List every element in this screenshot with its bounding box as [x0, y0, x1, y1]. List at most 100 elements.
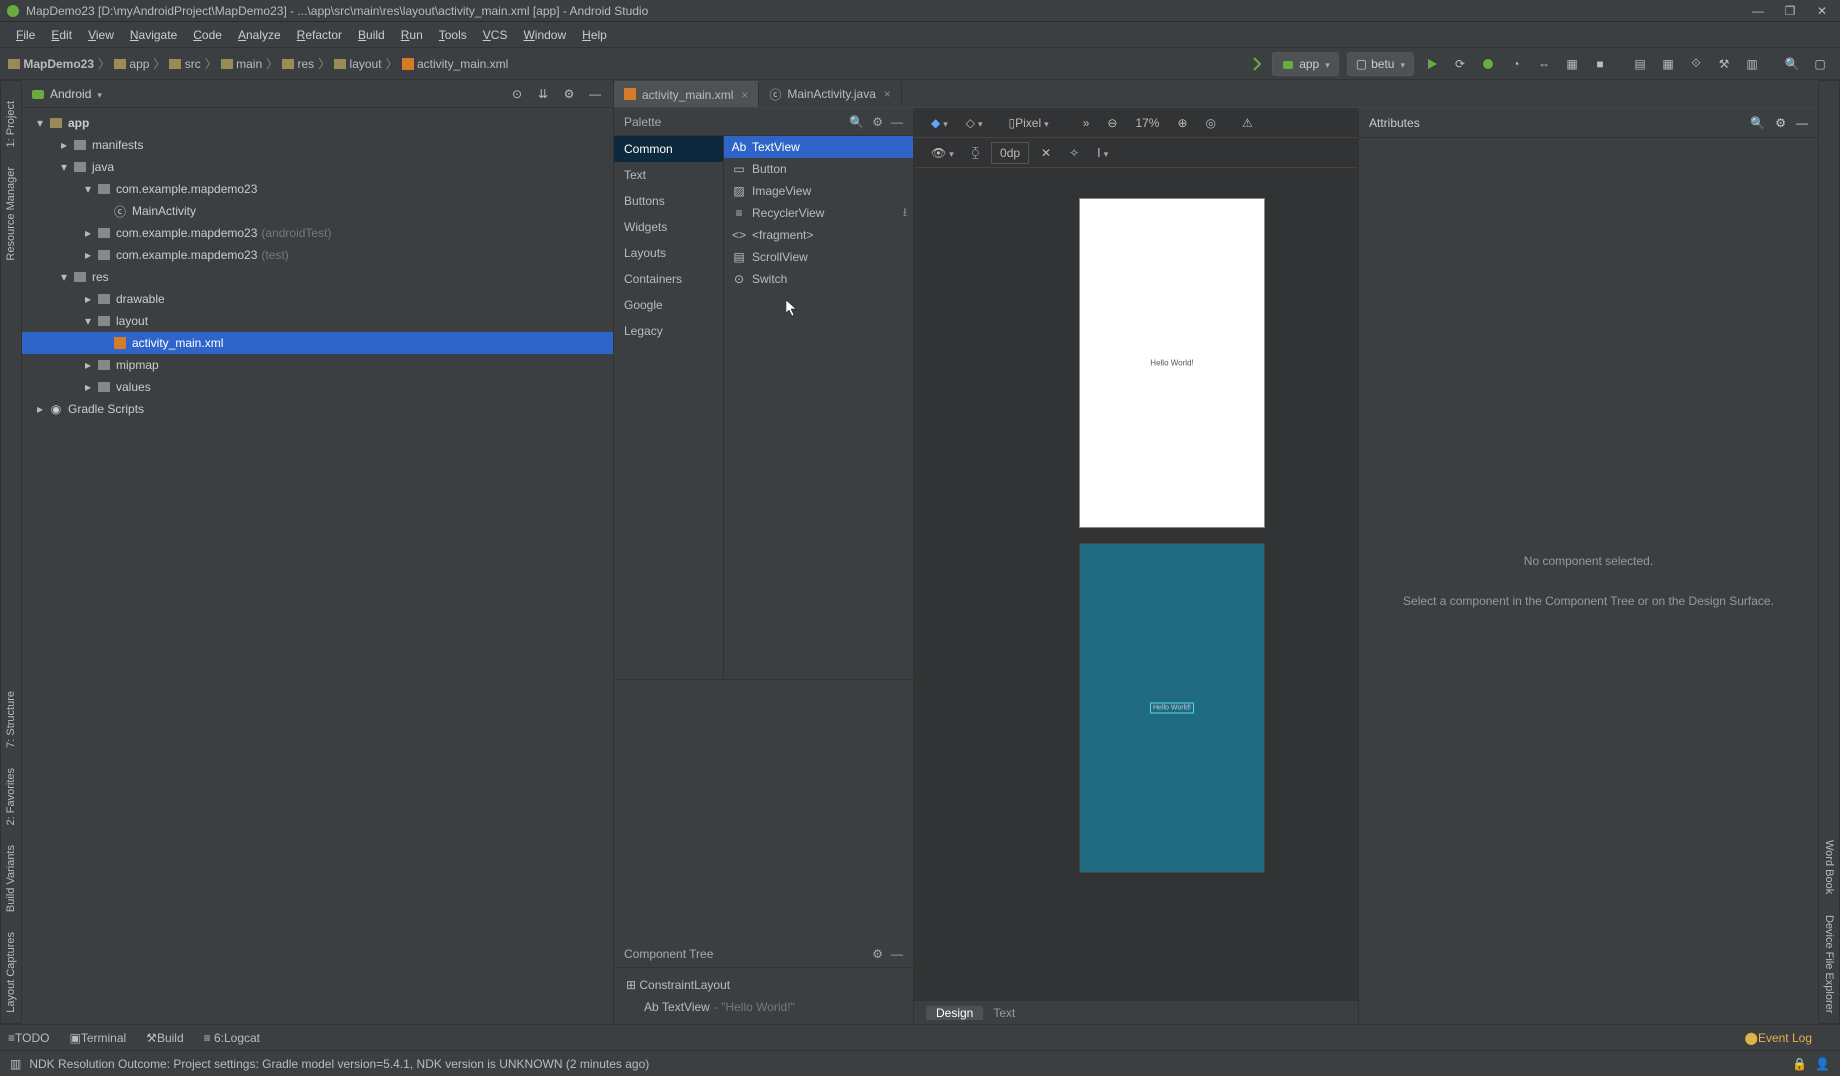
debug-button[interactable] — [1476, 52, 1500, 76]
download-icon[interactable]: ⭳ — [903, 203, 907, 224]
tree-layout[interactable]: ▾layout — [22, 310, 613, 332]
ct-constraintlayout[interactable]: ⊞ ConstraintLayout — [622, 974, 905, 996]
design-surface[interactable]: Hello World! Hello World! — [914, 168, 1358, 994]
hide-icon[interactable]: — — [1796, 116, 1808, 130]
menu-help[interactable]: Help — [574, 28, 615, 42]
project-view-label[interactable]: Android — [50, 87, 91, 101]
sync-gradle-icon[interactable]: ⟐ — [1684, 52, 1708, 76]
tree-res[interactable]: ▾res — [22, 266, 613, 288]
magnet-icon[interactable]: ⧲ — [966, 142, 985, 164]
menu-code[interactable]: Code — [185, 28, 230, 42]
device-dropdown[interactable]: ▯ Pixel — [1003, 112, 1055, 134]
side-device-file-explorer[interactable]: Device File Explorer — [1823, 915, 1835, 1013]
guidelines-icon[interactable]: Ⅰ — [1091, 142, 1114, 164]
stop-button[interactable]: ■ — [1588, 52, 1612, 76]
resource-manager-icon[interactable]: ▥ — [1740, 52, 1764, 76]
user-icon[interactable]: ▢ — [1808, 52, 1832, 76]
side-layout-captures[interactable]: Layout Captures — [5, 932, 17, 1013]
clear-constraints-icon[interactable]: ✕ — [1035, 142, 1057, 164]
tree-package-test[interactable]: ▸com.example.mapdemo23(test) — [22, 244, 613, 266]
people-icon[interactable]: 👤 — [1815, 1057, 1830, 1071]
run-button[interactable] — [1420, 52, 1444, 76]
zoom-in-icon[interactable]: ⊕ — [1171, 112, 1193, 134]
tree-mipmap[interactable]: ▸mipmap — [22, 354, 613, 376]
palcat-common[interactable]: Common — [614, 136, 723, 162]
apply-changes-icon[interactable]: ⟳ — [1448, 52, 1472, 76]
infer-constraints-icon[interactable]: ✧ — [1063, 142, 1085, 164]
side-project[interactable]: 1: Project — [5, 101, 17, 147]
profiler-icon[interactable]: ◔ — [1504, 52, 1528, 76]
search-icon[interactable]: 🔍 — [1750, 116, 1765, 130]
blueprint-textview[interactable]: Hello World! — [1150, 703, 1194, 714]
search-icon[interactable]: 🔍 — [849, 115, 864, 129]
palitem-fragment[interactable]: <><fragment> — [724, 224, 913, 246]
close-button[interactable]: ✕ — [1810, 2, 1834, 20]
tree-drawable[interactable]: ▸drawable — [22, 288, 613, 310]
palcat-containers[interactable]: Containers — [614, 266, 723, 292]
preview-textview[interactable]: Hello World! — [1150, 359, 1193, 368]
bc-root[interactable]: MapDemo23 — [6, 57, 96, 71]
bc-file[interactable]: activity_main.xml — [400, 57, 511, 71]
default-margin[interactable]: 0dp — [991, 142, 1029, 164]
tool-todo[interactable]: ≡ TODO — [8, 1031, 49, 1045]
menu-run[interactable]: Run — [393, 28, 431, 42]
palcat-text[interactable]: Text — [614, 162, 723, 188]
event-log[interactable]: ⬤ Event Log — [1745, 1031, 1812, 1045]
attach-icon[interactable]: ⇔ — [1532, 52, 1556, 76]
zoom-out-icon[interactable]: ⊖ — [1101, 112, 1123, 134]
tool-build[interactable]: ⚒ Build — [146, 1031, 183, 1045]
hide-icon[interactable]: — — [891, 115, 903, 129]
menu-navigate[interactable]: Navigate — [122, 28, 185, 42]
menu-edit[interactable]: Edit — [43, 28, 80, 42]
maximize-button[interactable]: ❐ — [1778, 2, 1802, 20]
warnings-icon[interactable]: ⚠ — [1236, 112, 1259, 134]
tree-values[interactable]: ▸values — [22, 376, 613, 398]
gear-icon[interactable]: ⚙ — [872, 115, 883, 129]
gear-icon[interactable]: ⚙ — [559, 84, 579, 104]
tree-activity-main[interactable]: activity_main.xml — [22, 332, 613, 354]
bc-layout[interactable]: layout — [332, 57, 383, 71]
palitem-button[interactable]: ▭Button — [724, 158, 913, 180]
make-project-icon[interactable] — [1242, 52, 1266, 76]
side-favorites[interactable]: 2: Favorites — [5, 768, 17, 825]
component-tree[interactable]: ⊞ ConstraintLayout Ab TextView- "Hello W… — [614, 968, 913, 1024]
tool-logcat[interactable]: ≡ 6: Logcat — [204, 1031, 260, 1045]
hide-icon[interactable]: — — [891, 947, 903, 961]
palitem-scrollview[interactable]: ▤ScrollView — [724, 246, 913, 268]
menu-tools[interactable]: Tools — [431, 28, 475, 42]
menu-window[interactable]: Window — [515, 28, 574, 42]
design-surface-dropdown[interactable]: ◆ — [925, 112, 954, 134]
palcat-layouts[interactable]: Layouts — [614, 240, 723, 266]
project-tree[interactable]: ▾app ▸manifests ▾java ▾com.example.mapde… — [22, 108, 613, 1024]
run-config-module[interactable]: app — [1272, 52, 1339, 76]
hide-icon[interactable]: — — [585, 84, 605, 104]
palcat-buttons[interactable]: Buttons — [614, 188, 723, 214]
run-config-device[interactable]: ▢ betu — [1347, 52, 1414, 76]
gear-icon[interactable]: ⚙ — [1775, 116, 1786, 130]
blueprint-preview[interactable]: Hello World! — [1079, 543, 1265, 873]
tree-manifests[interactable]: ▸manifests — [22, 134, 613, 156]
tool-terminal[interactable]: ▣ Terminal — [69, 1031, 126, 1045]
bc-res[interactable]: res — [280, 57, 316, 71]
menu-analyze[interactable]: Analyze — [230, 28, 289, 42]
collapse-all-icon[interactable]: ⇊ — [533, 84, 553, 104]
bc-app[interactable]: app — [112, 57, 151, 71]
close-icon[interactable]: × — [741, 88, 748, 102]
palcat-legacy[interactable]: Legacy — [614, 318, 723, 344]
project-structure-icon[interactable]: ⚒ — [1712, 52, 1736, 76]
menu-view[interactable]: View — [80, 28, 122, 42]
view-options-icon[interactable]: 👁 — [925, 142, 960, 164]
ct-textview[interactable]: Ab TextView- "Hello World!" — [622, 996, 905, 1018]
coverage-icon[interactable]: ▦ — [1560, 52, 1584, 76]
lock-icon[interactable]: 🔒 — [1792, 1057, 1807, 1071]
bc-src[interactable]: src — [167, 57, 202, 71]
side-resource-manager[interactable]: Resource Manager — [5, 167, 17, 261]
menu-vcs[interactable]: VCS — [475, 28, 516, 42]
palitem-textview[interactable]: AbTextView — [724, 136, 913, 158]
tab-text[interactable]: Text — [983, 1006, 1025, 1020]
tree-package[interactable]: ▾com.example.mapdemo23 — [22, 178, 613, 200]
tree-mainactivity[interactable]: ⓒMainActivity — [22, 200, 613, 222]
status-icon[interactable]: ▥ — [10, 1057, 21, 1071]
project-view-dropdown[interactable] — [97, 87, 102, 101]
tree-gradle-scripts[interactable]: ▸◉Gradle Scripts — [22, 398, 613, 420]
